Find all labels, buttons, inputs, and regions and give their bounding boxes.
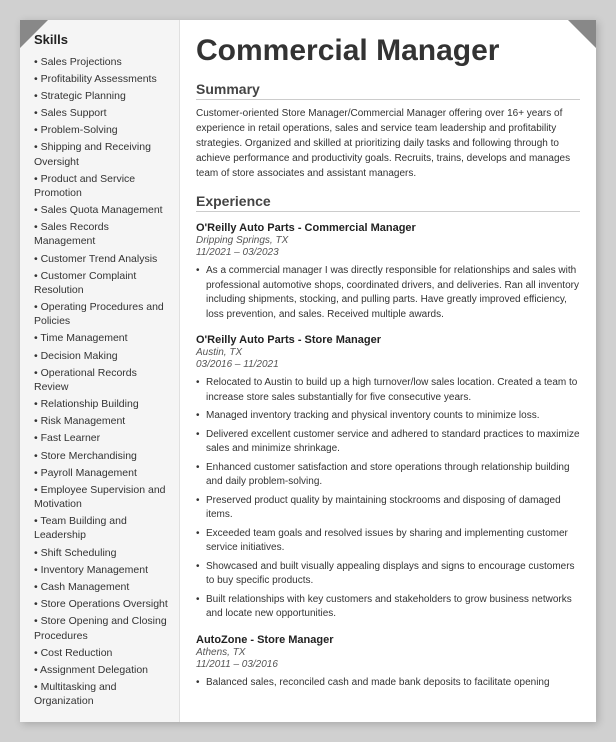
skill-item: Fast Learner xyxy=(34,430,169,447)
skill-item: Sales Records Management xyxy=(34,219,169,250)
skill-item: Profitability Assessments xyxy=(34,70,169,87)
job-location: Dripping Springs, TX xyxy=(196,235,580,246)
skill-item: Product and Service Promotion xyxy=(34,170,169,201)
skill-item: Sales Support xyxy=(34,105,169,122)
skill-item: Relationship Building xyxy=(34,396,169,413)
job-title: O'Reilly Auto Parts - Commercial Manager xyxy=(196,222,580,234)
skill-item: Time Management xyxy=(34,330,169,347)
skill-item: Decision Making xyxy=(34,347,169,364)
skill-item: Employee Supervision and Motivation xyxy=(34,481,169,512)
skill-item: Risk Management xyxy=(34,413,169,430)
skill-item: Strategic Planning xyxy=(34,87,169,104)
skill-item: Cash Management xyxy=(34,579,169,596)
bullet-item: Delivered excellent customer service and… xyxy=(196,426,580,459)
skill-item: Store Opening and Closing Procedures xyxy=(34,613,169,644)
job-title: O'Reilly Auto Parts - Store Manager xyxy=(196,334,580,346)
bullet-item: Relocated to Austin to build up a high t… xyxy=(196,374,580,407)
bullet-item: Managed inventory tracking and physical … xyxy=(196,407,580,426)
skills-heading: Skills xyxy=(34,32,169,47)
skill-item: Assignment Delegation xyxy=(34,661,169,678)
experience-heading: Experience xyxy=(196,193,580,212)
skill-item: Sales Quota Management xyxy=(34,202,169,219)
bullet-item: Exceeded team goals and resolved issues … xyxy=(196,525,580,558)
skill-item: Customer Trend Analysis xyxy=(34,250,169,267)
skill-item: Operational Records Review xyxy=(34,364,169,395)
skill-item: Shift Scheduling xyxy=(34,544,169,561)
job-bullets: Relocated to Austin to build up a high t… xyxy=(196,374,580,624)
job-entry: O'Reilly Auto Parts - Store ManagerAusti… xyxy=(196,334,580,624)
job-title: AutoZone - Store Manager xyxy=(196,634,580,646)
jobs-container: O'Reilly Auto Parts - Commercial Manager… xyxy=(196,222,580,692)
bullet-item: As a commercial manager I was directly r… xyxy=(196,262,580,324)
job-bullets: Balanced sales, reconciled cash and made… xyxy=(196,674,580,693)
skill-item: Cost Reduction xyxy=(34,644,169,661)
bullet-item: Showcased and built visually appealing d… xyxy=(196,558,580,591)
main-content: Commercial Manager Summary Customer-orie… xyxy=(180,20,596,722)
job-entry: O'Reilly Auto Parts - Commercial Manager… xyxy=(196,222,580,324)
skill-item: Store Operations Oversight xyxy=(34,596,169,613)
job-dates: 03/2016 – 11/2021 xyxy=(196,359,580,370)
job-location: Athens, TX xyxy=(196,647,580,658)
skill-item: Shipping and Receiving Oversight xyxy=(34,139,169,170)
bullet-item: Built relationships with key customers a… xyxy=(196,591,580,624)
sidebar: Skills Sales ProjectionsProfitability As… xyxy=(20,20,180,722)
job-entry: AutoZone - Store ManagerAthens, TX11/201… xyxy=(196,634,580,693)
page-title: Commercial Manager xyxy=(196,34,580,67)
bullet-item: Balanced sales, reconciled cash and made… xyxy=(196,674,580,693)
skill-item: Payroll Management xyxy=(34,464,169,481)
skill-item: Inventory Management xyxy=(34,561,169,578)
job-dates: 11/2021 – 03/2023 xyxy=(196,247,580,258)
skill-item: Store Merchandising xyxy=(34,447,169,464)
skill-item: Customer Complaint Resolution xyxy=(34,267,169,298)
skill-item: Operating Procedures and Policies xyxy=(34,299,169,330)
job-location: Austin, TX xyxy=(196,347,580,358)
skill-item: Team Building and Leadership xyxy=(34,513,169,544)
bullet-item: Preserved product quality by maintaining… xyxy=(196,492,580,525)
summary-text: Customer-oriented Store Manager/Commerci… xyxy=(196,106,580,181)
bullet-item: Enhanced customer satisfaction and store… xyxy=(196,459,580,492)
skill-item: Multitasking and Organization xyxy=(34,679,169,710)
job-bullets: As a commercial manager I was directly r… xyxy=(196,262,580,324)
skills-list: Sales ProjectionsProfitability Assessmen… xyxy=(34,53,169,710)
resume-page: Skills Sales ProjectionsProfitability As… xyxy=(20,20,596,722)
summary-heading: Summary xyxy=(196,81,580,100)
skill-item: Sales Projections xyxy=(34,53,169,70)
skill-item: Problem-Solving xyxy=(34,122,169,139)
job-dates: 11/2011 – 03/2016 xyxy=(196,659,580,670)
